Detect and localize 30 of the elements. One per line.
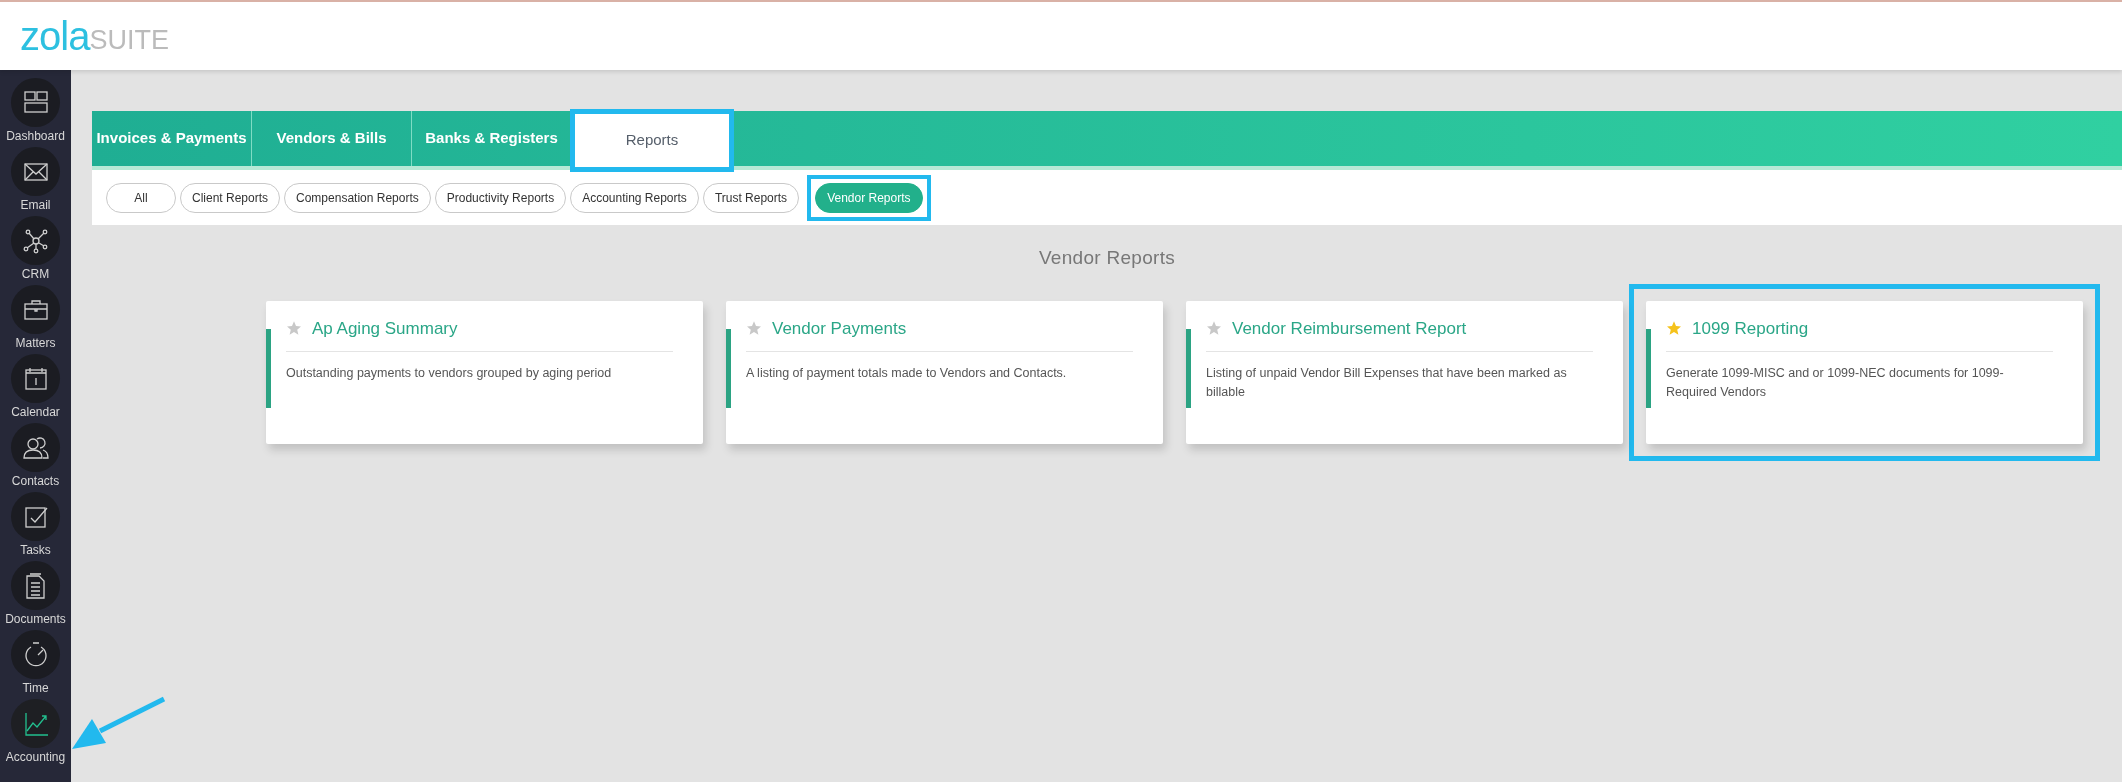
report-card[interactable]: Ap Aging Summary Outstanding payments to vendors grouped by aging period	[266, 300, 703, 444]
report-description: A listing of payment totals made to Vendors and Contacts.	[746, 365, 1068, 382]
filter-pill[interactable]: Client Reports	[180, 182, 281, 213]
report-card[interactable]: 1099 Reporting Generate 1099-MISC and or 1099-NEC documents for 1099-Required Vendors	[1646, 300, 2083, 444]
star-icon[interactable]	[1206, 320, 1222, 337]
filter-pill[interactable]: Accounting Reports	[570, 182, 699, 213]
star-icon[interactable]	[286, 320, 302, 337]
filter-pill[interactable]: Productivity Reports	[434, 182, 567, 213]
sidebar-item[interactable]: Calendar	[0, 354, 71, 423]
sidebar-item[interactable]: Email	[0, 147, 71, 216]
star-icon[interactable]	[746, 320, 762, 337]
sidebar-item[interactable]: Dashboard	[0, 78, 71, 147]
sidebar-item[interactable]: Matters	[0, 285, 71, 354]
report-card[interactable]: Vendor Reimbursement Report Listing of unpaid Vendor Bill Expenses that have been marked as billable	[1186, 300, 1623, 444]
section-title: Vendor Reports	[1037, 246, 1177, 270]
report-description: Outstanding payments to vendors grouped by aging period	[286, 365, 613, 382]
sidebar-item[interactable]: Documents	[0, 561, 71, 630]
filter-pill[interactable]: All	[106, 182, 176, 213]
report-description: Listing of unpaid Vendor Bill Expenses that have been marked as billable	[1206, 365, 1568, 401]
report-description: Generate 1099-MISC and or 1099-NEC documents for 1099-Required Vendors	[1666, 365, 2005, 401]
star-icon[interactable]	[1666, 320, 1682, 337]
sidebar-item[interactable]: CRM	[0, 216, 71, 285]
filter-pill[interactable]: Trust Reports	[702, 182, 800, 213]
filter-pill[interactable]: Compensation Reports	[284, 182, 431, 213]
sidebar-item[interactable]: Tasks	[0, 492, 71, 561]
sidebar-item[interactable]: Contacts	[0, 423, 71, 492]
tab[interactable]: Reports	[572, 111, 732, 170]
sidebar-item[interactable]: Accounting	[0, 699, 71, 768]
report-card[interactable]: Vendor Payments A listing of payment totals made to Vendors and Contacts.	[726, 300, 1163, 444]
sidebar-item[interactable]: Time	[0, 630, 71, 699]
